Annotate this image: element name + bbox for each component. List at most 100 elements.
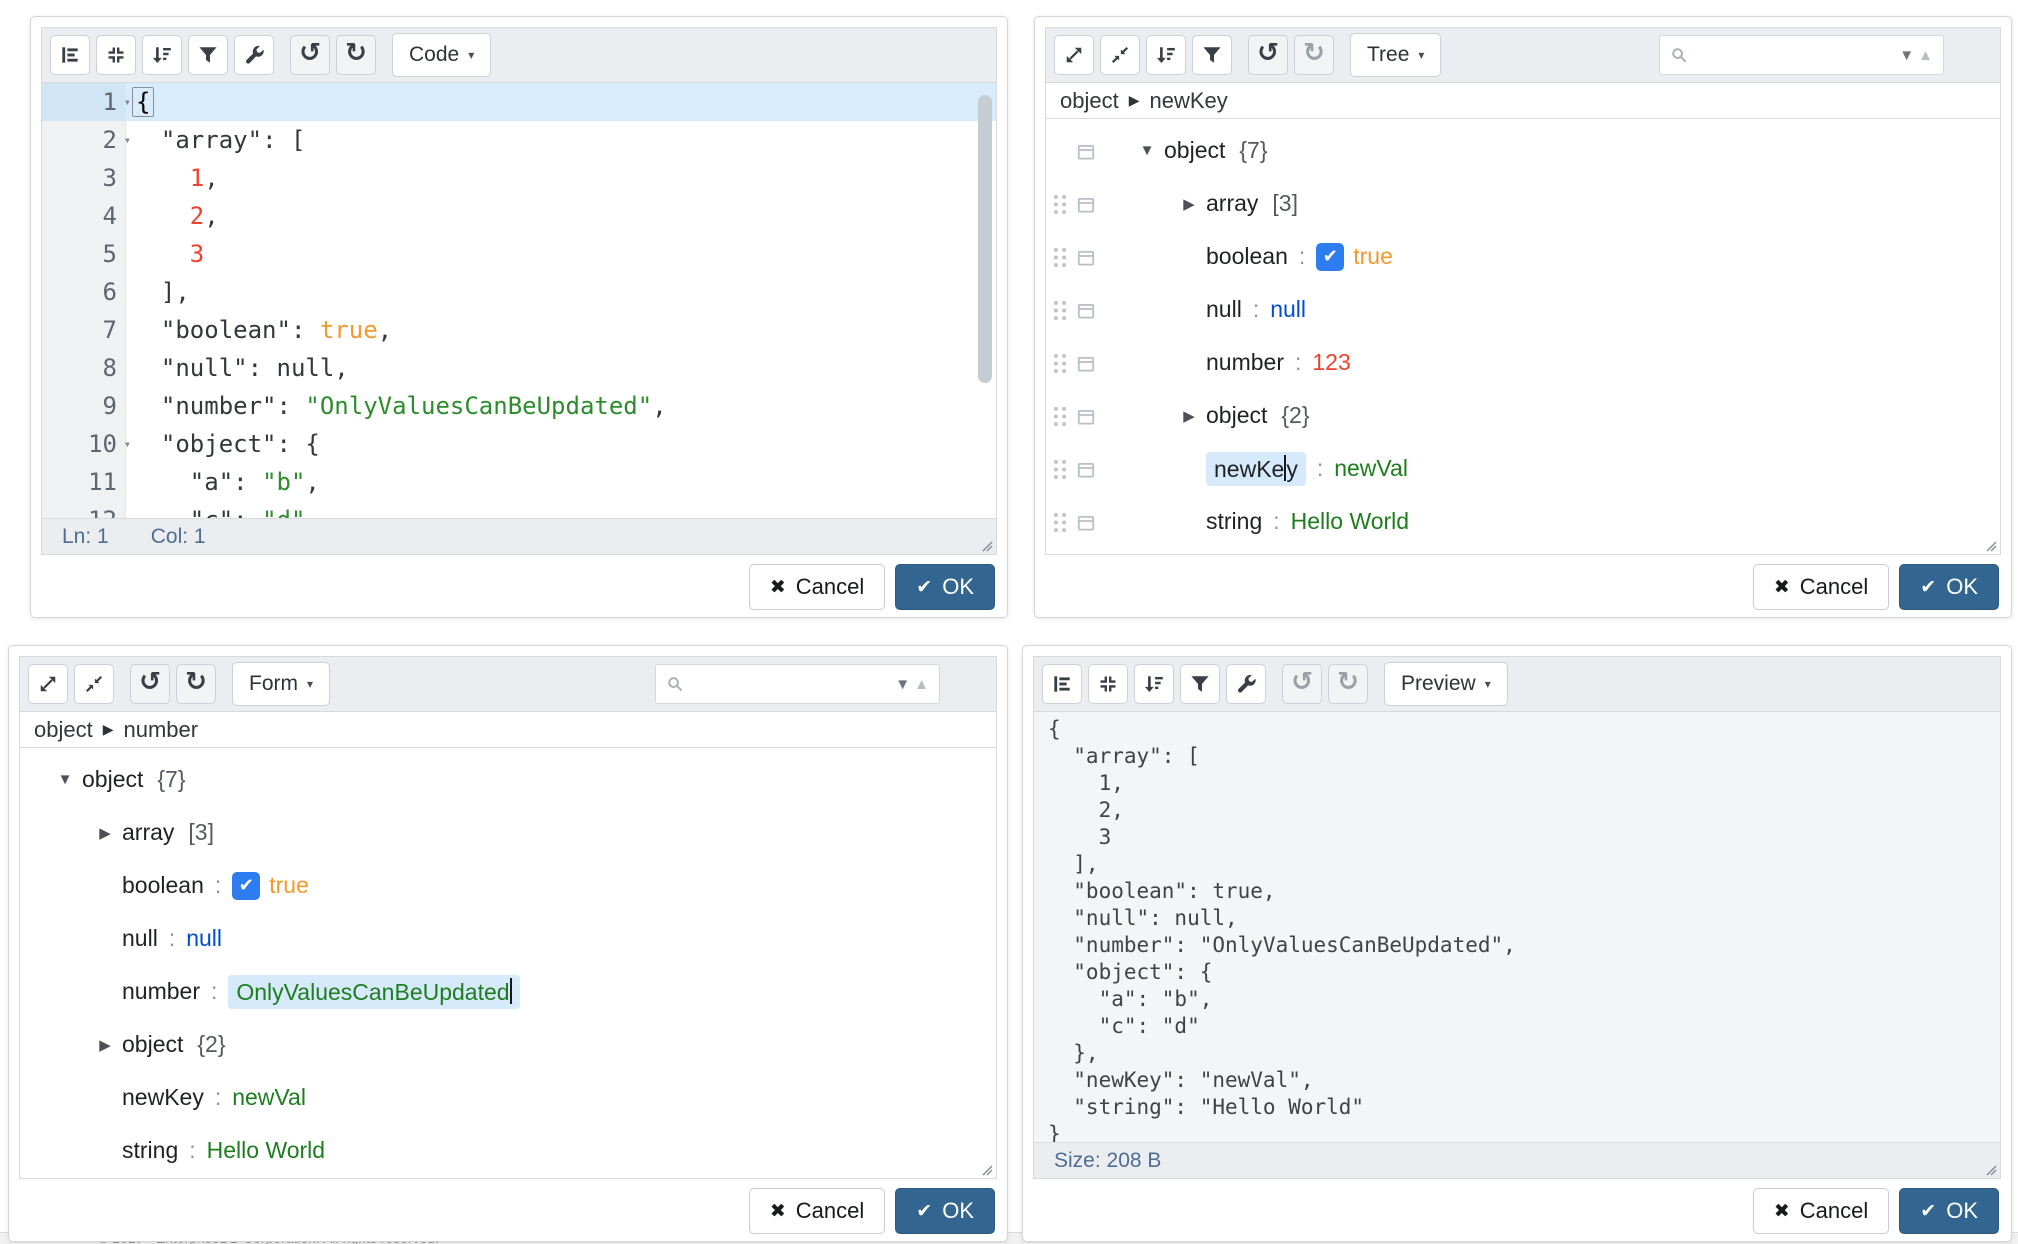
- code-line[interactable]: "array": [: [132, 121, 996, 159]
- mode-select-button[interactable]: Code▾: [392, 33, 491, 77]
- value-number[interactable]: 123: [1312, 349, 1350, 376]
- cancel-button[interactable]: ✖ Cancel: [1753, 564, 1889, 610]
- value-null[interactable]: null: [186, 925, 222, 952]
- field-name[interactable]: object: [82, 766, 143, 793]
- field-name[interactable]: null: [122, 925, 158, 952]
- collapse-all-button[interactable]: [1100, 35, 1140, 75]
- field-name[interactable]: boolean: [1206, 243, 1288, 270]
- field-name[interactable]: string: [122, 1137, 178, 1164]
- field-name[interactable]: null: [1206, 296, 1242, 323]
- compact-button[interactable]: [1088, 664, 1128, 704]
- breadcrumb-item[interactable]: newKey: [1150, 88, 1228, 114]
- redo-button[interactable]: ↻: [176, 664, 216, 704]
- code-line[interactable]: "c": "d": [132, 501, 996, 519]
- field-name[interactable]: array: [1206, 190, 1258, 217]
- drag-handle-icon[interactable]: [1053, 459, 1067, 479]
- field-name-editing[interactable]: newKey: [1206, 452, 1306, 486]
- value-boolean[interactable]: true: [269, 872, 309, 899]
- format-button[interactable]: [1042, 664, 1082, 704]
- value-null[interactable]: null: [1270, 296, 1306, 323]
- ok-button[interactable]: ✔ OK: [895, 1188, 995, 1234]
- search-input[interactable]: [691, 672, 887, 696]
- vertical-scrollbar[interactable]: [978, 95, 992, 383]
- field-name[interactable]: number: [122, 978, 200, 1005]
- ok-button[interactable]: ✔ OK: [895, 564, 995, 610]
- repair-button[interactable]: [234, 35, 274, 75]
- code-text[interactable]: { "array": [ 1, 2, 3 ], "boolean": true,…: [126, 83, 996, 518]
- actions-menu-button[interactable]: [1076, 459, 1096, 479]
- search-next-button[interactable]: ▼: [895, 676, 910, 693]
- undo-button[interactable]: ↺: [130, 664, 170, 704]
- undo-button[interactable]: ↺: [1282, 664, 1322, 704]
- expand-all-button[interactable]: [28, 664, 68, 704]
- sort-button[interactable]: [1134, 664, 1174, 704]
- boolean-checkbox[interactable]: ✔: [1316, 243, 1344, 271]
- field-name[interactable]: string: [1206, 508, 1262, 535]
- code-line[interactable]: "a": "b",: [132, 463, 996, 501]
- field-name[interactable]: object: [1164, 137, 1225, 164]
- drag-handle-icon[interactable]: [1053, 194, 1067, 214]
- field-name[interactable]: array: [122, 819, 174, 846]
- actions-menu-button[interactable]: [1076, 406, 1096, 426]
- field-name[interactable]: boolean: [122, 872, 204, 899]
- code-line[interactable]: ],: [132, 273, 996, 311]
- expand-node-icon[interactable]: ▶: [1172, 407, 1206, 425]
- code-line[interactable]: 2,: [132, 197, 996, 235]
- search-previous-button[interactable]: ▲: [914, 676, 929, 693]
- value-string[interactable]: newVal: [1334, 455, 1408, 482]
- cancel-button[interactable]: ✖ Cancel: [749, 1188, 885, 1234]
- search-input[interactable]: [1695, 43, 1891, 67]
- field-name[interactable]: object: [1206, 402, 1267, 429]
- breadcrumb-item[interactable]: object: [34, 717, 93, 743]
- ok-button[interactable]: ✔ OK: [1899, 564, 1999, 610]
- code-fold-icon[interactable]: ▾: [117, 121, 131, 159]
- actions-menu-button[interactable]: [1076, 141, 1096, 161]
- drag-handle-icon[interactable]: [1053, 406, 1067, 426]
- breadcrumb-item[interactable]: number: [124, 717, 199, 743]
- redo-button[interactable]: ↻: [336, 35, 376, 75]
- filter-button[interactable]: [1180, 664, 1220, 704]
- code-line[interactable]: "null": null,: [132, 349, 996, 387]
- ok-button[interactable]: ✔ OK: [1899, 1188, 1999, 1234]
- drag-handle-icon[interactable]: [1053, 512, 1067, 532]
- actions-menu-button[interactable]: [1076, 512, 1096, 532]
- code-line[interactable]: {: [126, 83, 996, 121]
- sort-button[interactable]: [1146, 35, 1186, 75]
- code-line[interactable]: "number": "OnlyValuesCanBeUpdated",: [132, 387, 996, 425]
- mode-select-button[interactable]: Tree▾: [1350, 33, 1441, 77]
- breadcrumb-item[interactable]: object: [1060, 88, 1119, 114]
- field-name[interactable]: number: [1206, 349, 1284, 376]
- boolean-checkbox[interactable]: ✔: [232, 872, 260, 900]
- cancel-button[interactable]: ✖ Cancel: [749, 564, 885, 610]
- expand-node-icon[interactable]: ▶: [1172, 195, 1206, 213]
- expand-node-icon[interactable]: ▶: [88, 1036, 122, 1054]
- actions-menu-button[interactable]: [1076, 300, 1096, 320]
- undo-button[interactable]: ↺: [1248, 35, 1288, 75]
- redo-button[interactable]: ↻: [1328, 664, 1368, 704]
- field-name[interactable]: object: [122, 1031, 183, 1058]
- drag-handle-icon[interactable]: [1053, 300, 1067, 320]
- field-name[interactable]: newKey: [122, 1084, 204, 1111]
- expand-all-button[interactable]: [1054, 35, 1094, 75]
- code-line[interactable]: "boolean": true,: [132, 311, 996, 349]
- code-line[interactable]: 3: [132, 235, 996, 273]
- resize-handle-icon[interactable]: [977, 1160, 993, 1176]
- drag-handle-icon[interactable]: [1053, 247, 1067, 267]
- repair-button[interactable]: [1226, 664, 1266, 704]
- actions-menu-button[interactable]: [1076, 194, 1096, 214]
- value-string[interactable]: newVal: [232, 1084, 306, 1111]
- code-line[interactable]: 1,: [132, 159, 996, 197]
- resize-handle-icon[interactable]: [1981, 1160, 1997, 1176]
- value-boolean[interactable]: true: [1353, 243, 1393, 270]
- collapse-all-button[interactable]: [74, 664, 114, 704]
- undo-button[interactable]: ↺: [290, 35, 330, 75]
- value-string-editing[interactable]: OnlyValuesCanBeUpdated: [228, 975, 519, 1009]
- search-next-button[interactable]: ▼: [1899, 47, 1914, 64]
- code-fold-icon[interactable]: ▾: [117, 83, 131, 121]
- drag-handle-icon[interactable]: [1053, 353, 1067, 373]
- collapse-node-icon[interactable]: ▼: [1130, 142, 1164, 159]
- mode-select-button[interactable]: Preview▾: [1384, 662, 1508, 706]
- code-line[interactable]: "object": {: [132, 425, 996, 463]
- resize-handle-icon[interactable]: [1981, 536, 1997, 552]
- collapse-node-icon[interactable]: ▼: [48, 771, 82, 788]
